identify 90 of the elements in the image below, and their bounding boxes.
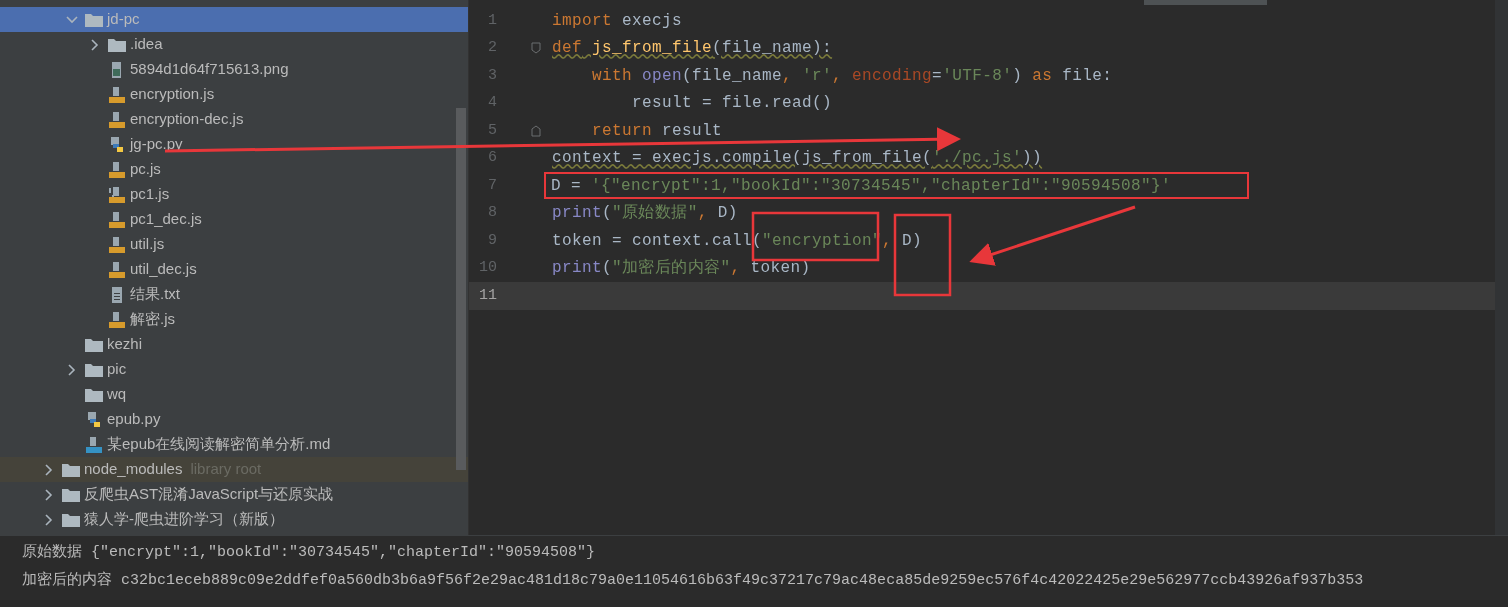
output-line: 原始数据 {"encrypt":1,"bookId":"30734545","chapterId":"90594508"} [22,542,597,563]
python-file-icon [108,135,126,154]
folder-icon [85,12,103,27]
tree-item[interactable]: 结果.txt [0,282,468,307]
tree-item-label: pc.js [130,159,161,180]
js-file-icon [108,160,126,179]
tree-item[interactable]: pc1.js [0,182,468,207]
chevron-right-icon[interactable] [45,463,53,476]
tree-item[interactable]: jg-pc.py [0,132,468,157]
js-file-icon [108,85,126,104]
js-file-icon [108,235,126,254]
line-number: 5 [487,120,497,141]
line-number: 8 [487,203,497,223]
code-line: import execjs [552,11,683,30]
line-number: 1 [487,10,497,31]
js-file-icon [108,185,126,204]
folder-icon [108,37,126,52]
line-number: 2 [487,38,497,58]
output-line: 加密后的内容 c32bc1eceb889c09e2ddfef0a560db3b6a9f56f2e29ac481d18c79a0e11054616b63f49c37217c79ac48eca85de9259ec576f4c42022425e29e562977ccb43926af937b353 [22,570,1365,591]
python-file-icon [85,410,103,429]
code-line: def js_from_file(file_name): [552,39,833,58]
folder-icon [85,362,103,377]
folder-icon [85,387,103,402]
tree-item-label: 解密.js [130,309,175,330]
chevron-right-icon[interactable] [45,513,53,526]
tree-item-label: pic [107,359,127,380]
tree-item-label: encryption.js [130,84,215,105]
tree-item[interactable]: wq [0,382,468,407]
tree-item-label: wq [107,384,127,405]
folder-icon [62,512,80,527]
tree-item[interactable]: 反爬虫AST混淆JavaScript与还原实战 [0,482,468,507]
tree-item[interactable]: encryption.js [0,82,468,107]
code-line: context = execjs.compile(js_from_file('./pc.js')) [552,149,1043,168]
code-line: print("原始数据", D) [552,204,738,223]
code-line: with open(file_name, 'r', encoding='UTF-8') as file: [591,66,1113,85]
code-line: result = file.read() [631,94,833,113]
tree-item[interactable]: 5894d1d64f715613.png [0,57,468,82]
js-file-icon [108,260,126,279]
tree-item[interactable]: pc1_dec.js [0,207,468,232]
scrollbar-thumb[interactable] [1144,0,1267,5]
folder-icon [85,337,103,352]
code-line: return result [591,121,723,140]
tree-item-label: .idea [130,34,163,55]
folder-icon [62,487,80,502]
js-file-icon [108,110,126,129]
tree-item[interactable]: 猿人学-爬虫进阶学习（新版） [0,507,468,532]
line-number: 7 [487,175,497,196]
tree-item[interactable]: epub.py [0,407,468,432]
chevron-right-icon[interactable] [68,363,76,376]
tree-item[interactable]: util.js [0,232,468,257]
tree-item-label: 猿人学-爬虫进阶学习（新版） [84,509,284,530]
chevron-right-icon[interactable] [45,488,53,501]
fold-icon[interactable] [531,42,541,55]
tree-item-label: pc1_dec.js [130,209,202,230]
folder-icon [62,462,80,477]
line-number: 4 [487,93,497,113]
tree-item-label: jd-pc [107,9,140,30]
tree-item[interactable]: util_dec.js [0,257,468,282]
tree-item-label: 5894d1d64f715613.png [130,59,289,80]
line-number: 3 [487,65,497,86]
js-file-icon [108,210,126,229]
tree-item-label: 结果.txt [130,284,180,305]
tree-item[interactable]: .idea [0,32,468,57]
tree-item-label: kezhi [107,334,143,355]
line-number: 10 [478,258,497,278]
markdown-file-icon [85,435,103,454]
line-number: 6 [487,148,497,168]
tree-item-label: node_modules [84,459,183,480]
tree-item-label: pc1.js [130,184,170,205]
tree-item-label: util_dec.js [130,259,197,280]
tree-item-label: util.js [130,234,165,255]
tree-item[interactable]: encryption-dec.js [0,107,468,132]
tree-item[interactable]: 某epub在线阅读解密简单分析.md [0,432,468,457]
chevron-right-icon[interactable] [91,38,99,51]
code-line: D = '{"encrypt":1,"bookId":"30734545","chapterId":"90594508"}' [551,176,1172,195]
fold-icon[interactable] [531,124,541,137]
tree-item-label: epub.py [107,409,161,430]
tree-item[interactable]: pic [0,357,468,382]
tree-item-label: encryption-dec.js [130,109,244,130]
line-number: 9 [487,230,497,251]
scrollbar-thumb[interactable] [456,108,466,470]
tree-item[interactable]: kezhi [0,332,468,357]
code-line: print("加密后的内容", token) [552,259,811,278]
tree-item[interactable]: 解密.js [0,307,468,332]
js-file-icon [108,310,126,329]
tree-item-label: 某epub在线阅读解密简单分析.md [107,434,331,455]
line-number: 11 [478,285,497,306]
tree-item-label: 反爬虫AST混淆JavaScript与还原实战 [84,484,334,505]
tree-item[interactable]: pc.js [0,157,468,182]
tree-item-label: jg-pc.py [130,134,183,155]
